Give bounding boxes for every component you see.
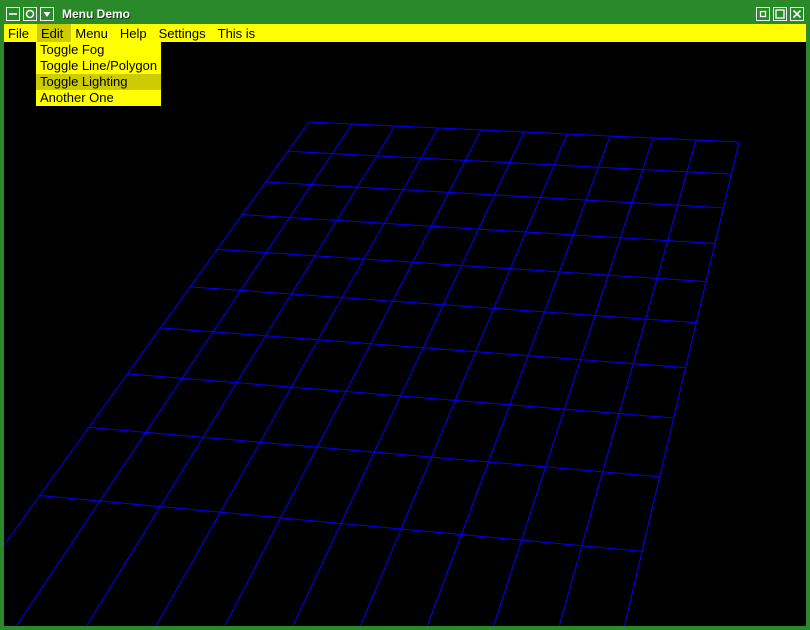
dropdown-item-toggle-fog[interactable]: Toggle Fog <box>36 42 161 58</box>
grid-render <box>4 42 806 626</box>
menu-menu[interactable]: Menu <box>71 24 116 42</box>
menu-file[interactable]: File <box>4 24 37 42</box>
menubar: File Edit Menu Help Settings This is <box>4 24 806 42</box>
menu-edit[interactable]: Edit <box>37 24 71 42</box>
circle-icon[interactable] <box>23 7 37 21</box>
titlebar: Menu Demo <box>4 4 806 24</box>
maximize-icon[interactable] <box>773 7 787 21</box>
dropdown-item-another-one[interactable]: Another One <box>36 90 161 106</box>
menu-label: Help <box>120 26 147 41</box>
dropdown-label: Toggle Line/Polygon <box>40 58 157 73</box>
dropdown-label: Toggle Fog <box>40 42 104 57</box>
dropdown-label: Toggle Lighting <box>40 74 127 89</box>
dropdown-label: Another One <box>40 90 114 105</box>
down-triangle-icon[interactable] <box>40 7 54 21</box>
minimize-icon[interactable] <box>6 7 20 21</box>
menu-settings[interactable]: Settings <box>155 24 214 42</box>
window-title: Menu Demo <box>56 7 754 21</box>
menu-help[interactable]: Help <box>116 24 155 42</box>
menu-label: Menu <box>75 26 108 41</box>
menu-label: This is <box>218 26 256 41</box>
titlebar-right-controls <box>756 7 804 21</box>
dropdown-item-toggle-line-polygon[interactable]: Toggle Line/Polygon <box>36 58 161 74</box>
menu-label: Settings <box>159 26 206 41</box>
menu-label: Edit <box>41 26 63 41</box>
menu-label: File <box>8 26 29 41</box>
restore-small-icon[interactable] <box>756 7 770 21</box>
edit-dropdown: Toggle Fog Toggle Line/Polygon Toggle Li… <box>36 42 161 106</box>
window-content: File Edit Menu Help Settings This is Tog… <box>4 24 806 626</box>
dropdown-item-toggle-lighting[interactable]: Toggle Lighting <box>36 74 161 90</box>
gl-viewport[interactable] <box>4 42 806 626</box>
titlebar-left-controls <box>6 7 54 21</box>
close-icon[interactable] <box>790 7 804 21</box>
window-frame: Menu Demo File Edit Menu Help Settings T… <box>0 0 810 630</box>
menu-this-is[interactable]: This is <box>214 24 264 42</box>
